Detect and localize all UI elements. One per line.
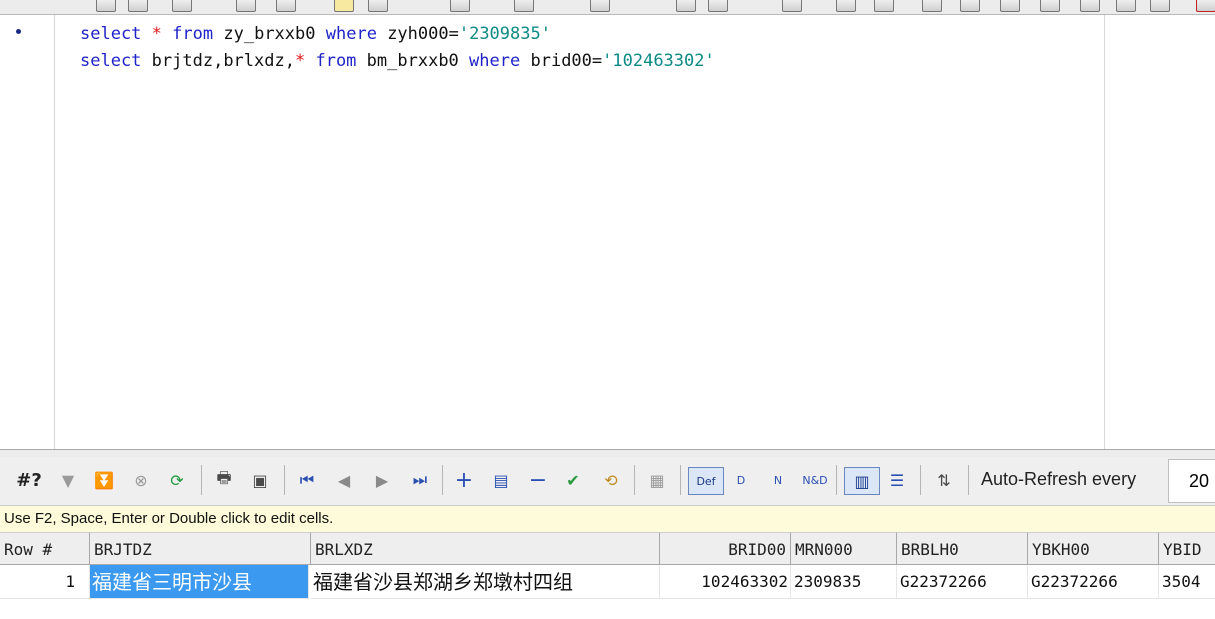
cell-ybkh00[interactable]: G22372266: [1028, 565, 1159, 599]
open-icon[interactable]: [128, 0, 148, 12]
print-icon[interactable]: 🖶: [210, 467, 238, 493]
filter-def-icon[interactable]: Def: [688, 467, 724, 495]
fetch-next-icon[interactable]: ▼: [56, 467, 80, 493]
run-icon[interactable]: [276, 0, 296, 12]
tools-icon[interactable]: [450, 0, 470, 12]
find-icon[interactable]: [708, 0, 728, 12]
next-record-icon[interactable]: ▶: [370, 467, 394, 493]
first-record-icon[interactable]: ⏮: [295, 467, 319, 493]
row-number-cell[interactable]: 1: [0, 565, 90, 599]
column-header-brid00[interactable]: BRID00: [660, 532, 791, 565]
auto-refresh-interval-input[interactable]: 20: [1168, 459, 1215, 503]
filter-d-icon[interactable]: D: [728, 467, 754, 493]
comment-icon[interactable]: [334, 0, 354, 12]
result-grid: Row # BRJTDZ BRLXDZ BRID00 MRN000 BRBLH0…: [0, 532, 1215, 619]
refresh-record-icon[interactable]: ⟲: [598, 467, 624, 493]
delete-record-icon[interactable]: −: [526, 467, 550, 493]
cell-brjtdz[interactable]: 福建省三明市沙县: [90, 565, 309, 599]
query-count-button[interactable]: #?: [12, 467, 46, 493]
step-icon[interactable]: [1116, 0, 1136, 12]
undo-icon[interactable]: [514, 0, 534, 12]
auto-refresh-label: Auto-Refresh every: [981, 469, 1137, 489]
import-icon[interactable]: [874, 0, 894, 12]
filter-nd-icon[interactable]: N&D: [800, 467, 830, 493]
save-icon[interactable]: [236, 0, 256, 12]
main-toolbar: [0, 0, 1215, 15]
column-header-brjtdz[interactable]: BRJTDZ: [90, 532, 311, 565]
save-grid-icon[interactable]: ▣: [247, 467, 273, 493]
last-icon[interactable]: [1150, 0, 1170, 12]
sql-editor[interactable]: select * from zy_brxxb0 where zyh000='23…: [0, 15, 1215, 449]
export-icon[interactable]: [836, 0, 856, 12]
cell-mrn000[interactable]: 2309835: [791, 565, 897, 599]
column-header-ybid[interactable]: YBID: [1159, 532, 1215, 565]
right-margin-line: [1104, 15, 1105, 449]
first-icon[interactable]: [922, 0, 942, 12]
window-icon[interactable]: [368, 0, 388, 12]
prev-record-icon[interactable]: ◀: [332, 467, 356, 493]
play-icon[interactable]: [1000, 0, 1020, 12]
grid-toolbar: #? ▼ ⏬ ⊗ ⟳ 🖶 ▣ ⏮ ◀ ▶ ⏭ + ▤ − ✔ ⟲ ▦ Def D…: [0, 457, 1215, 506]
column-header-brblh0[interactable]: BRBLH0: [897, 532, 1028, 565]
cancel-fetch-icon[interactable]: ⊗: [128, 467, 154, 493]
new-icon[interactable]: [96, 0, 116, 12]
edit-icon[interactable]: [172, 0, 192, 12]
cell-brlxdz[interactable]: 福建省沙县郑湖乡郑墩村四组: [311, 565, 660, 599]
format-icon[interactable]: [590, 0, 610, 12]
grid-view-icon[interactable]: ▥: [844, 467, 880, 495]
code-line-2: select brjtdz,brlxdz,* from bm_brxxb0 wh…: [80, 51, 715, 71]
post-changes-icon[interactable]: ✔: [560, 467, 586, 493]
replace-icon[interactable]: [782, 0, 802, 12]
export-grid-icon[interactable]: ⇅: [930, 467, 958, 493]
cell-ybid[interactable]: 3504: [1159, 565, 1215, 599]
column-header-brlxdz[interactable]: BRLXDZ: [311, 532, 660, 565]
current-statement-marker-icon: [16, 29, 21, 34]
last-record-icon[interactable]: ⏭: [408, 467, 432, 493]
refresh-icon[interactable]: ⟳: [164, 467, 190, 493]
cell-brblh0[interactable]: G22372266: [897, 565, 1028, 599]
filter-n-icon[interactable]: N: [765, 467, 791, 493]
cancel-icon[interactable]: [1196, 0, 1215, 12]
cell-brid00[interactable]: 102463302: [660, 565, 791, 599]
column-header-mrn000[interactable]: MRN000: [791, 532, 897, 565]
edit-hint-bar: Use F2, Space, Enter or Double click to …: [0, 506, 1215, 532]
bookmark-icon[interactable]: [676, 0, 696, 12]
duplicate-record-icon[interactable]: ▤: [488, 467, 514, 493]
prev-icon[interactable]: [960, 0, 980, 12]
stop-icon[interactable]: [1080, 0, 1100, 12]
sql-code[interactable]: select * from zy_brxxb0 where zyh000='23…: [80, 21, 715, 75]
insert-record-icon[interactable]: +: [452, 467, 476, 493]
column-header-row-number[interactable]: Row #: [0, 532, 90, 565]
pause-icon[interactable]: [1040, 0, 1060, 12]
code-line-1: select * from zy_brxxb0 where zyh000='23…: [80, 24, 551, 44]
clear-icon[interactable]: ▦: [644, 467, 670, 493]
editor-gutter: [0, 15, 55, 449]
single-record-view-icon[interactable]: ☰: [884, 467, 910, 493]
fetch-last-icon[interactable]: ⏬: [92, 467, 116, 493]
column-header-ybkh00[interactable]: YBKH00: [1028, 532, 1159, 565]
